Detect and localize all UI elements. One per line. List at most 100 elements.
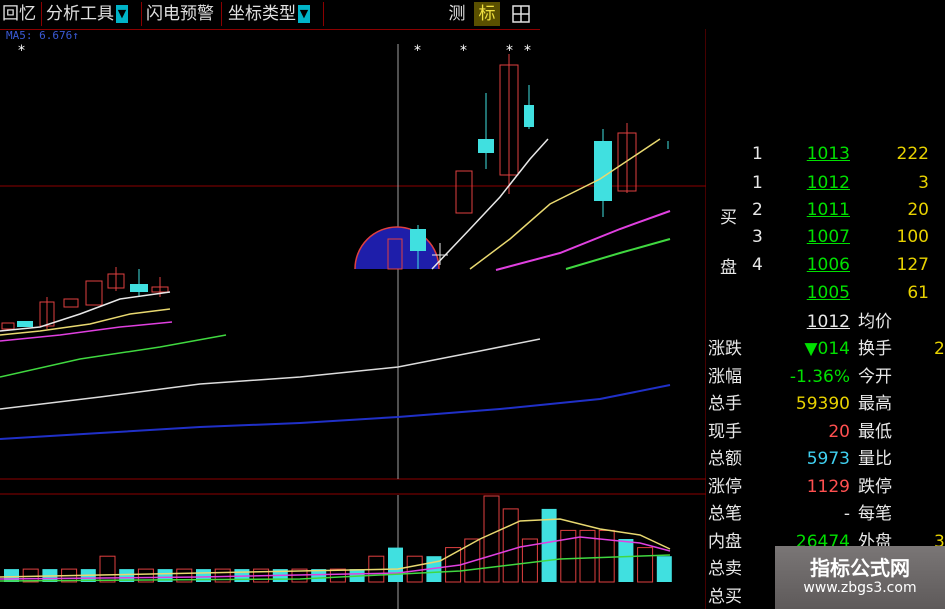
- stat-label: 涨幅: [708, 366, 742, 387]
- stat-right-label: 每笔: [858, 504, 892, 524]
- bid-level: 2: [752, 200, 763, 220]
- coordinate-type-menu[interactable]: 坐标类型 ▼: [226, 2, 324, 26]
- bid-volume: 20: [907, 200, 929, 220]
- candlestick-chart[interactable]: * * * * *: [0, 29, 706, 609]
- stat-label: 总买: [708, 586, 742, 607]
- stat-label: 总手: [708, 394, 742, 414]
- recall-label: 回忆: [2, 4, 36, 24]
- ma120-line: [0, 338, 541, 410]
- bid-level: 1: [752, 144, 763, 164]
- watermark-url: www.zbgs3.com: [803, 580, 917, 596]
- avg-price-value: 1012: [806, 312, 850, 332]
- bid-price: 1006: [806, 255, 850, 275]
- coordinate-type-label: 坐标类型: [228, 4, 296, 24]
- avg-price-row: 1012 均价: [706, 310, 945, 334]
- stat-right-label: 量比: [858, 449, 892, 469]
- avg-price-label: 均价: [858, 312, 892, 332]
- stat-label: 涨停: [708, 476, 742, 497]
- volume-bar: [618, 539, 634, 582]
- stat-value: 5973: [806, 449, 850, 469]
- bid-volume: 3: [918, 173, 929, 193]
- stat-right-value: 2: [934, 339, 945, 359]
- bid-volume: 127: [896, 255, 929, 275]
- bid-level: 4: [752, 255, 763, 275]
- watermark: 指标公式网 www.zbgs3.com: [775, 546, 945, 609]
- bid-row[interactable]: 3 1007 100: [706, 225, 945, 249]
- bid-volume: 61: [907, 283, 929, 303]
- candle: [17, 321, 33, 327]
- stat-row: 现手 20 最低: [706, 420, 945, 444]
- signal-mark: *: [524, 43, 531, 59]
- signal-marks: * * * * *: [18, 43, 531, 59]
- signal-mark: *: [460, 43, 467, 59]
- stat-value: 20: [828, 421, 850, 442]
- stat-row: 涨幅 -1.36% 今开: [706, 365, 945, 389]
- recall-button[interactable]: 回忆: [0, 2, 42, 26]
- stat-label: 现手: [708, 421, 742, 442]
- volume-bar: [598, 529, 615, 583]
- stat-row: 总手 59390 最高: [706, 392, 945, 416]
- candle: [63, 298, 79, 308]
- bid-level: 3: [752, 227, 763, 247]
- volume-bar: [483, 495, 500, 583]
- ma5-line: [431, 138, 549, 270]
- stat-row: 总笔 - 每笔: [706, 502, 945, 526]
- bid-row[interactable]: 1 1012 3: [706, 171, 945, 195]
- measure-button[interactable]: 测: [444, 2, 470, 26]
- bid-row[interactable]: 1 1013 222: [706, 142, 945, 166]
- volume-bar: [406, 555, 423, 583]
- bid-row[interactable]: 4 1006 127: [706, 253, 945, 277]
- measure-label: 测: [448, 4, 466, 24]
- bid-price: 1007: [806, 227, 850, 247]
- mark-button[interactable]: 标: [474, 2, 500, 26]
- stat-right-label: 今开: [858, 366, 892, 387]
- stat-right-label: 最低: [858, 421, 892, 442]
- triangle-down-icon[interactable]: ▼: [116, 5, 128, 23]
- stat-label: 涨跌: [708, 339, 742, 359]
- stat-value: 59390: [795, 394, 850, 414]
- stat-label: 总额: [708, 449, 742, 469]
- ma60-line: [0, 334, 227, 378]
- flash-alert-label: 闪电预警: [146, 4, 214, 24]
- stat-right-label: 换手: [858, 339, 892, 359]
- ma250-line: [0, 384, 671, 440]
- left-candles: [1, 267, 169, 330]
- stat-row: 涨停 1129 跌停: [706, 475, 945, 499]
- stat-value: 1129: [806, 476, 850, 497]
- bid-row[interactable]: 2 1011 20: [706, 198, 945, 222]
- stat-label: 总笔: [708, 504, 742, 524]
- watermark-title: 指标公式网: [810, 556, 910, 580]
- stat-value: ▼014: [804, 339, 850, 359]
- volume-bar: [637, 547, 654, 583]
- highlight-circle: [354, 226, 440, 270]
- grid-icon[interactable]: [508, 2, 534, 26]
- candle: [85, 280, 103, 306]
- analysis-tools-menu[interactable]: 分析工具 ▼: [44, 2, 142, 26]
- stat-row: 总额 5973 量比: [706, 447, 945, 471]
- volume-bar: [656, 556, 672, 582]
- bid-volume: 222: [896, 144, 929, 164]
- stat-value: -: [843, 504, 850, 524]
- bid-price: 1011: [806, 200, 850, 220]
- quote-panel: 买 盘 1 1013 222 1 1012 3 2 1011 20 3 1007 100 4 10…: [706, 140, 945, 609]
- candle: [455, 170, 473, 214]
- stat-label: 内盘: [708, 531, 742, 552]
- bid-row[interactable]: 1005 61: [706, 281, 945, 305]
- volume-bar: [502, 508, 519, 583]
- flash-alert-button[interactable]: 闪电预警: [144, 2, 222, 26]
- right-candles: [455, 54, 669, 217]
- bid-price: 1005: [806, 283, 850, 303]
- volume-bar: [388, 547, 403, 582]
- triangle-down-icon[interactable]: ▼: [298, 5, 310, 23]
- bid-price: 1013: [806, 144, 850, 164]
- stat-right-label: 最高: [858, 394, 892, 414]
- candle: [1, 322, 15, 330]
- ma20-line: [495, 210, 671, 271]
- stat-label: 总卖: [708, 559, 742, 579]
- stat-row: 涨跌 ▼014 换手 2: [706, 337, 945, 361]
- signal-mark: *: [18, 43, 25, 59]
- toolbar: 回忆 分析工具 ▼ 闪电预警 坐标类型 ▼ 测 标: [0, 0, 540, 30]
- signal-mark: *: [414, 43, 421, 59]
- mark-label: 标: [478, 4, 496, 24]
- stat-right-label: 跌停: [858, 476, 892, 497]
